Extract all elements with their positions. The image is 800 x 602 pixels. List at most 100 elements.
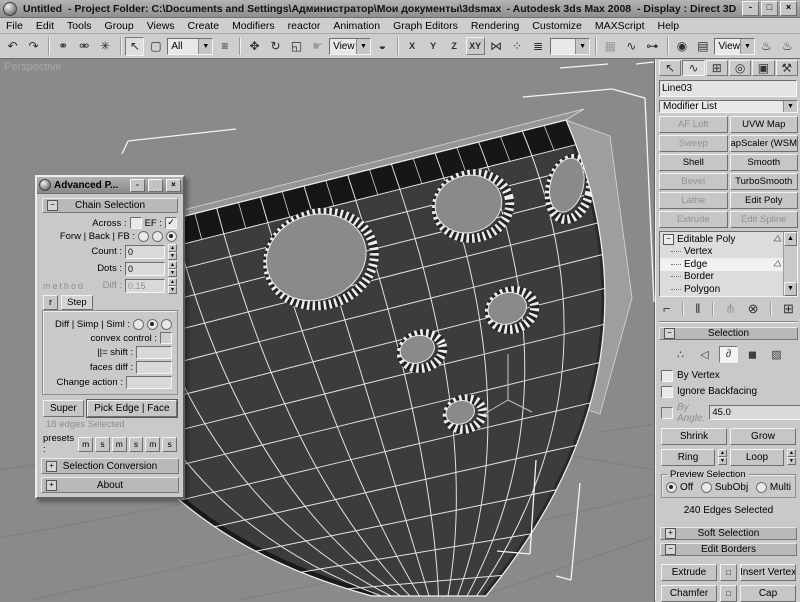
pin-stack-icon[interactable]: ⌐ <box>663 301 671 316</box>
menu-edit[interactable]: Edit <box>36 20 54 32</box>
element-icon[interactable]: ▧ <box>767 346 786 363</box>
restrict-y-button[interactable]: Y <box>424 37 443 55</box>
menu-rendering[interactable]: Rendering <box>471 20 519 32</box>
selection-filter-dropdown[interactable]: All ▼ <box>167 38 213 55</box>
preset-s-button[interactable]: s <box>95 437 110 452</box>
modifier-list-dropdown[interactable]: Modifier List ▼ <box>659 100 798 113</box>
preview-multi-radio[interactable]: Multi <box>756 482 791 493</box>
tab-utilities[interactable]: ⚒ <box>776 60 798 76</box>
ring-button[interactable]: Ring <box>661 449 715 466</box>
restrict-xy-plane-button[interactable]: XY <box>466 37 485 55</box>
preset-m-button[interactable]: m <box>78 437 93 452</box>
redo-button[interactable]: ↷ <box>24 37 43 56</box>
unlink-selection-button[interactable]: ⚮ <box>75 37 94 56</box>
menu-maxscript[interactable]: MAXScript <box>595 20 645 32</box>
menu-help[interactable]: Help <box>658 20 680 32</box>
vertex-icon[interactable]: ∴ <box>671 346 690 363</box>
insert-vertex-button[interactable]: Insert Vertex <box>740 564 796 581</box>
menu-tools[interactable]: Tools <box>67 20 92 32</box>
close-button[interactable]: × <box>780 1 797 16</box>
tab-display[interactable]: ▣ <box>752 60 774 76</box>
pick-edge-face-button[interactable]: Pick Edge | Face <box>87 400 177 417</box>
ignore-backfacing-checkbox[interactable] <box>661 386 673 398</box>
stack-row-vertex[interactable]: Vertex <box>660 246 783 259</box>
bind-to-spacewarp-button[interactable]: ✳ <box>96 37 115 56</box>
menu-views[interactable]: Views <box>147 20 175 32</box>
collapse-icon[interactable]: − <box>663 234 674 245</box>
step-tab-button[interactable]: Step <box>61 295 93 310</box>
stack-row-polygon[interactable]: Polygon <box>660 283 783 296</box>
rollout-selection[interactable]: − Selection <box>659 327 798 340</box>
quick-render-button[interactable]: ♨ <box>757 37 776 56</box>
preset-s-button[interactable]: s <box>129 437 144 452</box>
dialog-close-button[interactable]: × <box>166 179 181 192</box>
menu-group[interactable]: Group <box>105 20 134 32</box>
configure-modifier-sets-icon[interactable]: ⊞ <box>783 301 794 317</box>
grow-button[interactable]: Grow <box>730 428 796 445</box>
dots-spinner[interactable]: ▲▼ <box>168 261 177 276</box>
convex-control-checkbox[interactable] <box>160 332 172 344</box>
dropdown-arrow-icon[interactable]: ▼ <box>198 39 212 54</box>
cap-button[interactable]: Cap <box>740 585 796 602</box>
rollout-selection-conversion[interactable]: + Selection Conversion <box>41 458 179 474</box>
menu-animation[interactable]: Animation <box>333 20 380 32</box>
mirror-button[interactable]: ⋈ <box>487 37 506 56</box>
restrict-x-button[interactable]: X <box>403 37 422 55</box>
across-checkbox[interactable] <box>130 217 142 229</box>
render-type-dropdown[interactable]: View ▼ <box>714 38 755 55</box>
count-field[interactable] <box>125 245 165 259</box>
object-name-field[interactable] <box>659 80 797 97</box>
select-and-move-button[interactable]: ✥ <box>245 37 264 56</box>
stack-row-edge[interactable]: Edge ◁ <box>660 258 783 271</box>
menu-customize[interactable]: Customize <box>532 20 582 32</box>
menu-graph-editors[interactable]: Graph Editors <box>393 20 458 32</box>
preset-m-button[interactable]: m <box>145 437 160 452</box>
ring-spinner[interactable]: ▲▼ <box>718 449 727 464</box>
loop-button[interactable]: Loop <box>730 449 784 466</box>
menu-reactor[interactable]: reactor <box>288 20 321 32</box>
show-end-result-icon[interactable]: ‖ <box>695 301 700 316</box>
modifier-button-edit-poly[interactable]: Edit Poly <box>730 192 799 209</box>
preview-off-radio[interactable]: Off <box>666 482 693 493</box>
back-radio[interactable] <box>152 231 163 242</box>
menu-file[interactable]: File <box>6 20 23 32</box>
polygon-icon[interactable]: ◼ <box>743 346 762 363</box>
faces-diff-field[interactable] <box>136 361 172 374</box>
preset-m-button[interactable]: m <box>112 437 127 452</box>
select-by-name-button[interactable]: ≡ <box>215 37 234 56</box>
dialog-minimize-button[interactable]: - <box>130 179 145 192</box>
activeshade-button[interactable]: ♨ <box>778 37 797 56</box>
dots-field[interactable] <box>125 262 165 276</box>
modifier-button-shell[interactable]: Shell <box>659 154 728 171</box>
count-spinner[interactable]: ▲▼ <box>168 244 177 259</box>
rollout-chain-selection[interactable]: − Chain Selection <box>42 198 178 213</box>
rollout-edit-borders[interactable]: − Edit Borders <box>660 543 797 556</box>
select-object-button[interactable]: ↖ <box>125 37 144 56</box>
modifier-button-smooth[interactable]: Smooth <box>730 154 799 171</box>
by-vertex-checkbox[interactable] <box>661 370 673 382</box>
select-and-scale-button[interactable]: ◱ <box>287 37 306 56</box>
fb-radio[interactable] <box>166 231 177 242</box>
dropdown-arrow-icon[interactable]: ▼ <box>575 39 589 54</box>
change-action-field[interactable] <box>126 376 172 389</box>
remove-modifier-icon[interactable]: ⊗ <box>748 301 759 317</box>
by-vertex-row[interactable]: By Vertex <box>661 370 796 382</box>
tab-create[interactable]: ↖ <box>659 60 681 76</box>
dropdown-arrow-icon[interactable]: ▼ <box>783 101 797 112</box>
angle-field[interactable] <box>709 405 800 420</box>
forw-radio[interactable] <box>138 231 149 242</box>
by-angle-checkbox[interactable] <box>661 407 673 419</box>
ignore-backfacing-row[interactable]: Ignore Backfacing <box>661 386 796 398</box>
shrink-button[interactable]: Shrink <box>661 428 727 445</box>
modifier-button-turbosmooth[interactable]: TurboSmooth <box>730 173 799 190</box>
preset-s-button[interactable]: s <box>162 437 177 452</box>
named-selection-sets-dropdown[interactable]: ▼ <box>550 38 590 55</box>
select-and-manipulate-button[interactable]: ☛ <box>308 37 327 56</box>
tab-hierarchy[interactable]: ⊞ <box>706 60 728 76</box>
material-editor-button[interactable]: ◉ <box>672 37 691 56</box>
modifier-button-mapscaler[interactable]: apScaler (WSM <box>730 135 799 152</box>
radio-icon[interactable] <box>666 482 677 493</box>
restore-button[interactable]: □ <box>761 1 778 16</box>
preview-subobj-radio[interactable]: SubObj <box>701 482 748 493</box>
diff-spinner[interactable]: ▲▼ <box>168 278 177 293</box>
